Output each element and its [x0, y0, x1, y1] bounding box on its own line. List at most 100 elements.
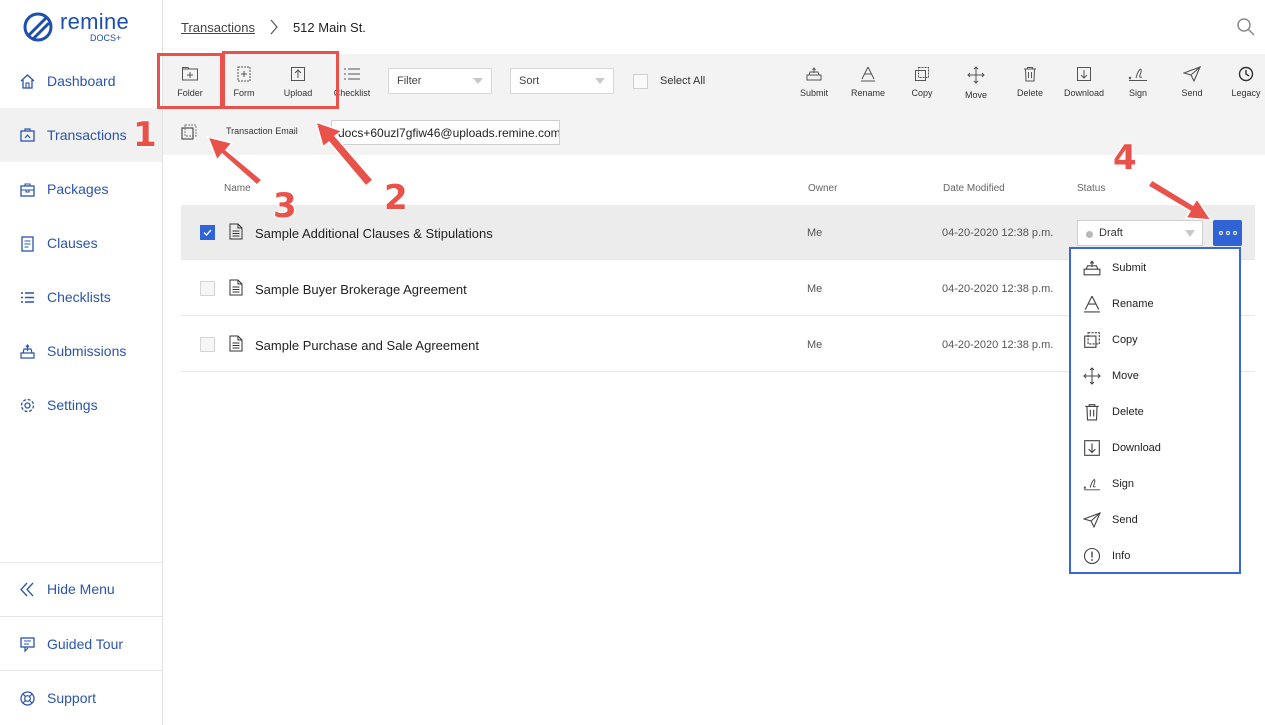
row-more-button[interactable]	[1213, 220, 1242, 246]
download-button[interactable]: Download	[1056, 66, 1112, 98]
send-button[interactable]: Send	[1164, 66, 1220, 98]
menu-item-submit[interactable]: Submit	[1071, 250, 1239, 286]
menu-item-copy[interactable]: Copy	[1071, 322, 1239, 358]
copy-icon	[915, 67, 929, 81]
copy-button[interactable]: Copy	[894, 66, 950, 98]
copy-email-icon[interactable]	[181, 124, 197, 140]
legacy-label: Legacy	[1231, 88, 1261, 98]
guided-tour-button[interactable]: Guided Tour	[0, 617, 162, 671]
trash-icon	[1083, 403, 1101, 421]
send-icon	[1183, 66, 1201, 82]
menu-item-move[interactable]: Move	[1071, 358, 1239, 394]
more-dot-icon	[1218, 231, 1223, 235]
move-button[interactable]: Move	[948, 66, 1004, 100]
delete-label: Delete	[1016, 88, 1043, 98]
sidebar-item-settings[interactable]: Settings	[0, 378, 162, 432]
document-icon	[229, 335, 243, 352]
row-date: 04-20-2020 12:38 p.m.	[942, 339, 1054, 351]
sidebar-item-clauses[interactable]: Clauses	[0, 216, 162, 270]
menu-item-send[interactable]: Send	[1071, 502, 1239, 538]
copy-label: Copy	[911, 88, 933, 98]
column-header-owner[interactable]: Owner	[808, 183, 837, 194]
remine-logo[interactable]: remine DOCS+	[22, 10, 129, 44]
support-label: Support	[47, 690, 97, 706]
rename-icon	[1083, 295, 1101, 313]
clause-icon	[19, 235, 36, 252]
sidebar-item-checklists[interactable]: Checklists	[0, 270, 162, 324]
menu-item-delete[interactable]: Delete	[1071, 394, 1239, 430]
menu-item-download[interactable]: Download	[1071, 430, 1239, 466]
row-checkbox[interactable]	[200, 225, 215, 240]
dropdown-caret-icon	[595, 78, 605, 84]
menu-item-sign[interactable]: Sign	[1071, 466, 1239, 502]
submit-button[interactable]: Submit	[786, 66, 842, 98]
transaction-email-field[interactable]: docs+60uzl7gfiw46@uploads.remine.com	[331, 120, 560, 145]
move-icon	[967, 66, 985, 84]
double-chevron-left-icon	[19, 581, 36, 598]
menu-item-label: Copy	[1112, 334, 1138, 346]
status-select[interactable]: Draft	[1077, 220, 1203, 246]
search-icon[interactable]	[1236, 17, 1256, 37]
checklist-icon	[344, 68, 360, 80]
menu-item-rename[interactable]: Rename	[1071, 286, 1239, 322]
select-all-checkbox[interactable]	[633, 74, 648, 89]
filter-select[interactable]: Filter	[388, 68, 492, 94]
guided-tour-label: Guided Tour	[47, 636, 124, 652]
download-label: Download	[1063, 88, 1105, 98]
dropdown-caret-icon	[1185, 230, 1195, 237]
move-label: Move	[964, 90, 987, 100]
copy-icon	[1083, 331, 1101, 349]
download-icon	[1077, 67, 1091, 81]
sign-label: Sign	[1128, 88, 1147, 98]
breadcrumb: Transactions 512 Main St.	[181, 19, 366, 35]
sidebar-item-submissions[interactable]: Submissions	[0, 324, 162, 378]
support-icon	[19, 690, 36, 707]
row-checkbox[interactable]	[200, 337, 215, 352]
sidebar-item-packages[interactable]: Packages	[0, 162, 162, 216]
download-icon	[1083, 439, 1101, 457]
row-name[interactable]: Sample Purchase and Sale Agreement	[255, 338, 479, 353]
document-icon	[229, 223, 243, 240]
sign-icon	[1083, 475, 1101, 493]
filter-select-value: Filter	[397, 75, 422, 87]
sign-button[interactable]: Sign	[1110, 66, 1166, 98]
row-name[interactable]: Sample Buyer Brokerage Agreement	[255, 282, 467, 297]
checklist-label: Checklist	[333, 88, 371, 98]
transaction-email-label: Transaction Email	[226, 126, 298, 136]
column-header-name[interactable]: Name	[224, 183, 251, 194]
sidebar: remine DOCS+ Dashboard Transactions Pack…	[0, 0, 163, 725]
status-dot	[1086, 231, 1093, 238]
sort-select[interactable]: Sort	[510, 68, 614, 94]
annotation-box-folder	[157, 53, 223, 109]
menu-item-label: Info	[1112, 550, 1131, 562]
submit-label: Submit	[799, 88, 828, 98]
menu-item-label: Submit	[1112, 262, 1147, 274]
menu-item-label: Move	[1112, 370, 1139, 382]
column-header-status[interactable]: Status	[1077, 183, 1105, 194]
sidebar-item-dashboard[interactable]: Dashboard	[0, 54, 162, 108]
info-icon	[1083, 547, 1101, 565]
row-name[interactable]: Sample Additional Clauses & Stipulations	[255, 226, 493, 241]
hide-menu-button[interactable]: Hide Menu	[0, 562, 162, 616]
sidebar-item-label: Clauses	[47, 235, 98, 251]
rename-icon	[861, 66, 875, 82]
transaction-email-value: docs+60uzl7gfiw46@uploads.remine.com	[338, 126, 560, 140]
sidebar-item-label: Submissions	[47, 343, 127, 359]
legacy-button[interactable]: Legacy	[1218, 66, 1265, 98]
sidebar-item-label: Packages	[47, 181, 109, 197]
row-owner: Me	[807, 227, 823, 239]
sidebar-item-label: Checklists	[47, 289, 111, 305]
document-icon	[229, 279, 243, 296]
column-header-date[interactable]: Date Modified	[943, 183, 1005, 194]
delete-button[interactable]: Delete	[1002, 66, 1058, 98]
menu-item-info[interactable]: Info	[1071, 538, 1239, 574]
annotation-number-3: 3	[273, 186, 297, 226]
rename-button[interactable]: Rename	[840, 66, 896, 98]
menu-item-label: Send	[1112, 514, 1138, 526]
support-button[interactable]: Support	[0, 671, 162, 725]
row-checkbox[interactable]	[200, 281, 215, 296]
breadcrumb-transactions-link[interactable]: Transactions	[181, 20, 255, 35]
row-owner: Me	[807, 339, 823, 351]
trash-icon	[1024, 67, 1036, 82]
checklist-icon	[19, 289, 36, 306]
